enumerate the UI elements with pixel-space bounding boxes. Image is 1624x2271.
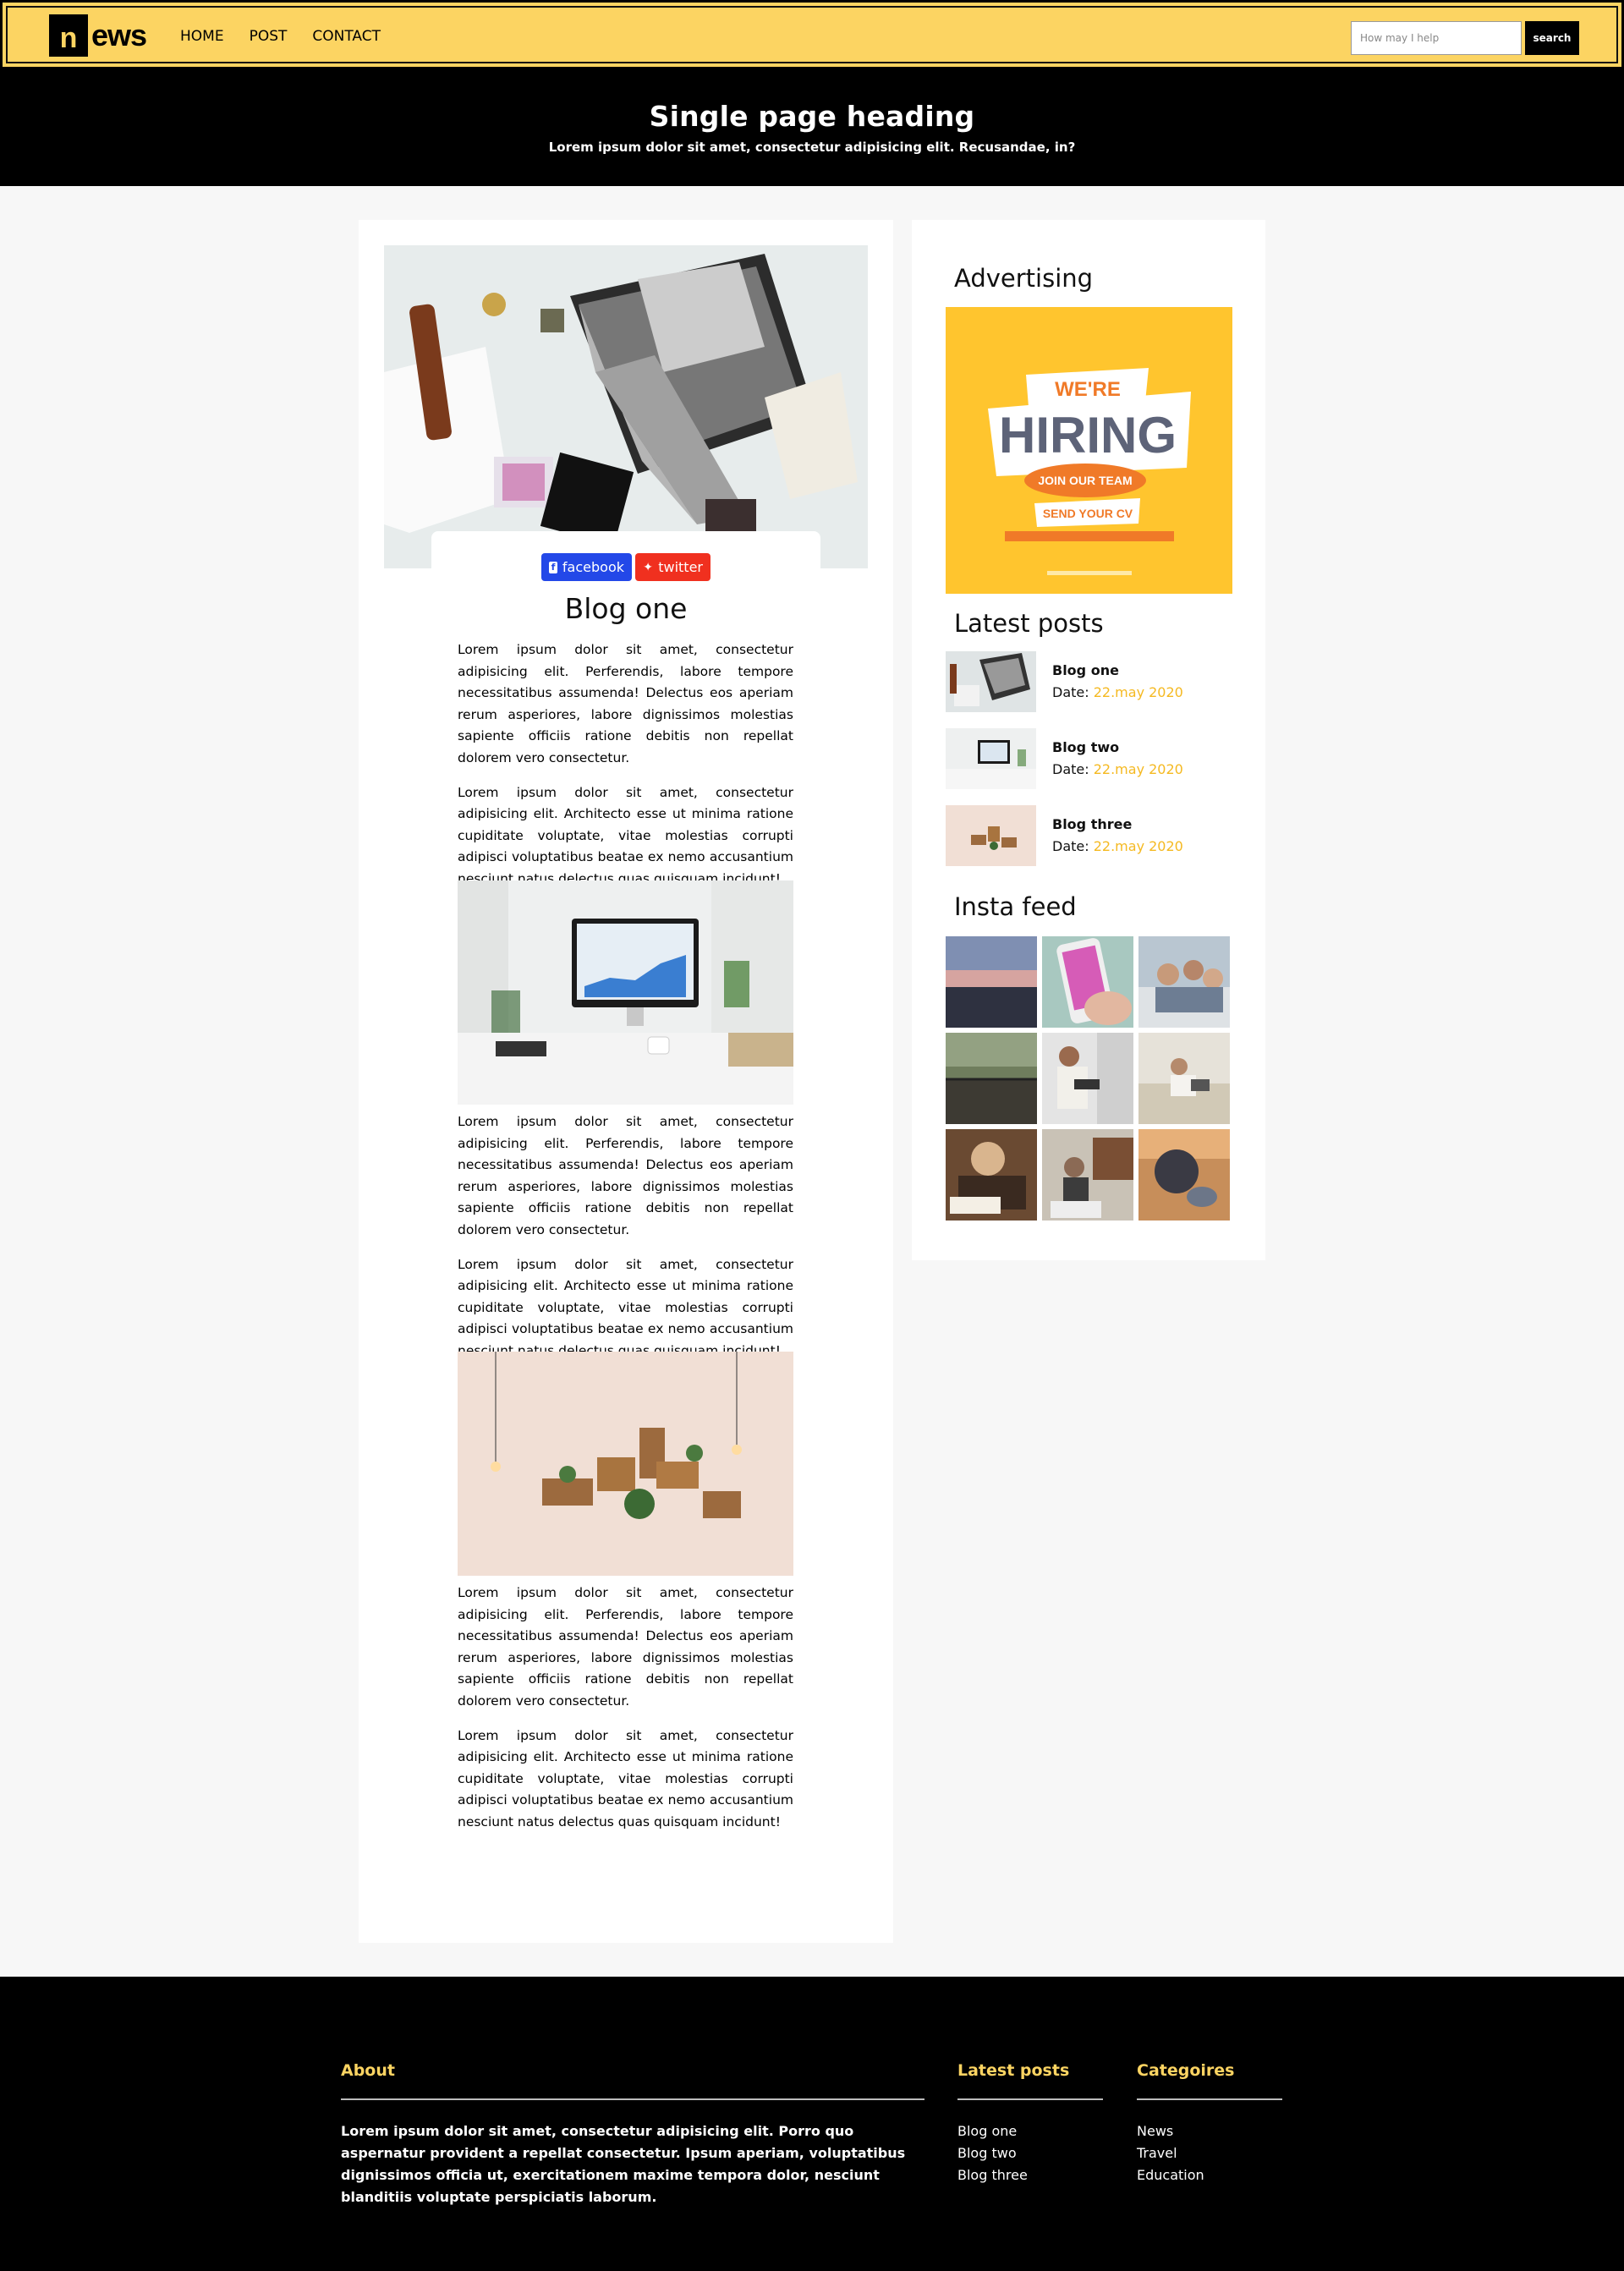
latest-post-item[interactable]: Blog three Date: 22.may 2020 bbox=[946, 805, 1233, 866]
hero-banner: Single page heading Lorem ipsum dolor si… bbox=[0, 69, 1624, 186]
hiring-ad-banner[interactable]: WE'RE HIRING JOIN OUR TEAM SEND YOUR CV bbox=[946, 307, 1232, 594]
divider bbox=[341, 2098, 924, 2100]
article-paragraph: Lorem ipsum dolor sit amet, consectetur … bbox=[458, 642, 793, 765]
latest-post-date: Date: 22.may 2020 bbox=[1052, 684, 1183, 700]
latest-post-title: Blog one bbox=[1052, 662, 1119, 678]
latest-post-item[interactable]: Blog one Date: 22.may 2020 bbox=[946, 651, 1233, 712]
footer-about: About Lorem ipsum dolor sit amet, consec… bbox=[341, 2061, 924, 2208]
footer: About Lorem ipsum dolor sit amet, consec… bbox=[0, 1977, 1624, 2271]
article-text-block-2: Lorem ipsum dolor sit amet, consectetur … bbox=[458, 1111, 793, 1363]
sidebar: Advertising WE'RE HIRING JOIN OUR TEAM S… bbox=[912, 220, 1265, 1260]
insta-photo[interactable] bbox=[1138, 1129, 1230, 1221]
latest-post-date: Date: 22.may 2020 bbox=[1052, 761, 1183, 777]
latest-post-title: Blog two bbox=[1052, 739, 1120, 755]
article-card: f facebook ✦ twitter Blog one Lorem ipsu… bbox=[359, 220, 893, 1943]
facebook-label: facebook bbox=[562, 559, 624, 575]
footer-categories-heading: Categoires bbox=[1137, 2061, 1235, 2080]
latest-post-date: Date: 22.may 2020 bbox=[1052, 838, 1183, 854]
footer-link-blog-two[interactable]: Blog two bbox=[957, 2142, 1103, 2164]
latest-post-thumb bbox=[946, 651, 1036, 712]
nav-link-home[interactable]: HOME bbox=[180, 28, 224, 45]
insta-feed-heading: Insta feed bbox=[954, 892, 1077, 921]
article-text-block-3: Lorem ipsum dolor sit amet, consectetur … bbox=[458, 1583, 793, 1834]
article-paragraph: Lorem ipsum dolor sit amet, consectetur … bbox=[458, 784, 793, 886]
latest-post-title: Blog three bbox=[1052, 816, 1133, 832]
insta-feed-grid bbox=[946, 936, 1233, 1221]
article-image-desk bbox=[458, 880, 793, 1105]
share-buttons: f facebook ✦ twitter bbox=[541, 553, 710, 581]
ad-line-3: JOIN OUR TEAM bbox=[1038, 474, 1132, 487]
footer-about-heading: About bbox=[341, 2061, 395, 2080]
article-hero-image bbox=[384, 245, 868, 568]
logo-text: ews bbox=[91, 18, 147, 52]
latest-post-thumb bbox=[946, 728, 1036, 789]
article-paragraph: Lorem ipsum dolor sit amet, consectetur … bbox=[458, 1114, 793, 1237]
footer-category-education[interactable]: Education bbox=[1137, 2164, 1282, 2186]
advertising-heading: Advertising bbox=[954, 264, 1094, 293]
latest-post-thumb bbox=[946, 805, 1036, 866]
latest-posts-heading: Latest posts bbox=[954, 609, 1104, 638]
page-title: Single page heading bbox=[649, 100, 975, 133]
nav-link-post[interactable]: POST bbox=[250, 28, 288, 45]
insta-photo[interactable] bbox=[946, 1129, 1037, 1221]
insta-photo[interactable] bbox=[1138, 936, 1230, 1028]
footer-categories: Categoires News Travel Education bbox=[1137, 2061, 1282, 2186]
ad-line-2: HIRING bbox=[999, 407, 1177, 464]
insta-photo[interactable] bbox=[1138, 1033, 1230, 1124]
nav-links: HOME POST CONTACT bbox=[180, 28, 381, 45]
latest-post-item[interactable]: Blog two Date: 22.may 2020 bbox=[946, 728, 1233, 789]
divider bbox=[957, 2098, 1103, 2100]
facebook-share-button[interactable]: f facebook bbox=[541, 553, 632, 581]
ad-line-1: WE'RE bbox=[1055, 378, 1121, 401]
footer-latest-posts: Latest posts Blog one Blog two Blog thre… bbox=[957, 2061, 1103, 2186]
article-image-shelves bbox=[458, 1352, 793, 1576]
article-paragraph: Lorem ipsum dolor sit amet, consectetur … bbox=[458, 1256, 793, 1358]
facebook-icon: f bbox=[549, 561, 557, 573]
logo-letter: n bbox=[49, 14, 88, 57]
insta-photo[interactable] bbox=[946, 1033, 1037, 1124]
footer-category-travel[interactable]: Travel bbox=[1137, 2142, 1282, 2164]
article-paragraph: Lorem ipsum dolor sit amet, consectetur … bbox=[458, 1585, 793, 1709]
footer-link-blog-three[interactable]: Blog three bbox=[957, 2164, 1103, 2186]
article-paragraph: Lorem ipsum dolor sit amet, consectetur … bbox=[458, 1727, 793, 1829]
footer-about-text: Lorem ipsum dolor sit amet, consectetur … bbox=[341, 2123, 906, 2205]
page-subtitle: Lorem ipsum dolor sit amet, consectetur … bbox=[548, 140, 1076, 155]
footer-link-blog-one[interactable]: Blog one bbox=[957, 2120, 1103, 2142]
navbar: n ews HOME POST CONTACT search bbox=[0, 0, 1624, 69]
search-input[interactable] bbox=[1351, 21, 1522, 55]
insta-photo[interactable] bbox=[1042, 1129, 1133, 1221]
twitter-label: twitter bbox=[658, 559, 703, 575]
logo[interactable]: n ews bbox=[49, 14, 147, 57]
post-title: Blog one bbox=[564, 592, 688, 625]
footer-category-news[interactable]: News bbox=[1137, 2120, 1282, 2142]
insta-photo[interactable] bbox=[946, 936, 1037, 1028]
insta-photo[interactable] bbox=[1042, 936, 1133, 1028]
twitter-share-button[interactable]: ✦ twitter bbox=[635, 553, 710, 581]
footer-latest-heading: Latest posts bbox=[957, 2061, 1070, 2080]
insta-photo[interactable] bbox=[1042, 1033, 1133, 1124]
twitter-icon: ✦ bbox=[643, 560, 653, 574]
ad-line-4: SEND YOUR CV bbox=[1043, 507, 1133, 520]
article-text-block-1: Lorem ipsum dolor sit amet, consectetur … bbox=[458, 639, 793, 891]
search-button[interactable]: search bbox=[1525, 21, 1579, 55]
divider bbox=[1137, 2098, 1282, 2100]
nav-link-contact[interactable]: CONTACT bbox=[312, 28, 381, 45]
